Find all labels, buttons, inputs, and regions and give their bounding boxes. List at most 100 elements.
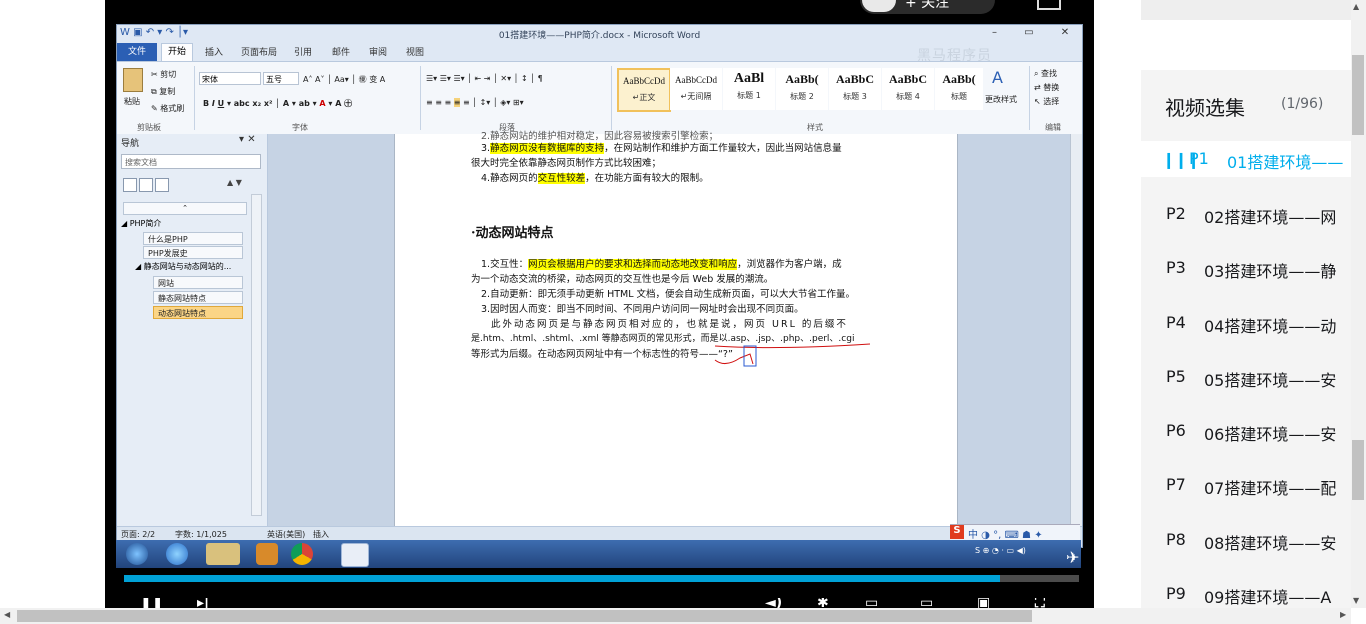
playlist-item[interactable]: P2 02搭建环境——网 [1141,196,1351,232]
chrome-icon [291,543,313,565]
doc-line: 2.自动更新：即无须手动更新 HTML 文档，便会自动生成新页面，可以大大节省工… [481,289,856,300]
scrollbar-thumb[interactable] [1352,55,1364,135]
nav-item-what-is-php: 什么是PHP [143,232,243,245]
paste-button: 粘贴 [124,97,140,106]
style-heading-3: AaBbC 标题 3 [829,68,881,110]
word-taskbar-icon [341,543,369,567]
playlist-item[interactable]: P5 05搭建环境——安 [1141,359,1351,395]
playlist-item[interactable]: P6 06搭建环境——安 [1141,413,1351,449]
follow-button[interactable]: + 关注 [905,0,949,12]
select-button: ↖ 选择 [1034,97,1060,106]
doc-line: 等形式为后缀。在动态网页网址中有一个标志性的符号——“?” [471,349,733,360]
word-window: 01搭建环境——PHP简介.docx - Microsoft Word W ▣ … [116,24,1083,548]
quick-access-icons: W ▣ ↶ ▾ ↷ │▾ [120,27,189,38]
divider [420,66,421,130]
tab-view: 视图 [406,48,425,58]
find-button: ⌕ 查找 [1034,69,1058,78]
danmaku-icon[interactable] [1037,0,1061,10]
ie-icon [166,543,188,565]
word-titlebar: 01搭建环境——PHP简介.docx - Microsoft Word [117,25,1082,43]
word-statusbar: 页面: 2/2 字数: 1/1,025 英语(美国) 插入 [117,526,1082,541]
replace-button: ⇄ 替换 [1034,83,1060,92]
status-language: 英语(美国) [267,530,306,539]
change-styles-button: 更改样式 [985,95,1017,104]
font-grow-icons: A˄ A˅ │ Aa▾ │ ㊝ 变 A [303,75,386,84]
nav-search-input: 搜索文档 [121,154,261,169]
progress-fill [124,575,1000,582]
tab-references: 引用 [294,48,313,58]
change-styles-icon: A [992,68,1003,87]
tab-insert: 插入 [205,48,224,58]
style-title: AaBb(标题 [935,68,983,110]
doc-line: 3.静态网页没有数据库的支持，在网站制作和维护方面工作量较大，因此当网站信息量 [481,143,842,154]
doc-line: 很大时完全依靠静态网页制作方式比较困难； [471,158,662,169]
style-normal: AaBbCcDd ↵正文 [617,68,671,112]
tab-mailings: 邮件 [332,48,351,58]
scroll-up-icon[interactable]: ▲ [1353,2,1359,11]
nav-close-icon: ▾ ✕ [239,134,256,145]
ime-mode-icons: 中 ◑ °, ⌨ ☗ ✦ [968,530,1043,541]
nav-item-website: 网站 [153,276,243,289]
style-heading-1: AaBl 标题 1 [723,68,775,110]
playlist-item[interactable]: P7 07搭建环境——配 [1141,467,1351,503]
explorer-icon [206,543,240,565]
nav-title: 导航 [121,139,140,149]
style-heading-2: AaBb(标题 2 [776,68,828,110]
scrollbar-thumb[interactable] [17,610,1032,622]
divider [611,66,612,130]
scrollbar-thumb[interactable] [1352,440,1364,500]
windows-taskbar [116,540,1081,568]
style-no-spacing: AaBbCcDd ↵无间隔 [670,68,722,110]
divider [1029,66,1030,130]
nav-item-static-features: 静态网站特点 [153,291,243,304]
doc-line: 3.因时因人而变：即当不同时间、不同用户访问同一网址时会出现不同页面。 [481,304,804,315]
doc-line: 4.静态网页的交互性较差，在功能方面有较大的限制。 [481,173,709,184]
style-heading-4: AaBbC 标题 4 [882,68,934,110]
doc-line: 1.交互性：网页会根据用户的要求和选择而动态地改变和响应，浏览器作为客户端，成 [481,259,842,270]
scroll-down-icon[interactable]: ▼ [1353,596,1359,605]
editing-group-label: 编辑 [1045,123,1061,132]
paste-icon [123,68,143,92]
scroll-left-icon[interactable]: ◀ [4,610,10,619]
ime-toolbar: S 中 ◑ °, ⌨ ☗ ✦ [950,524,1080,541]
scroll-right-icon[interactable]: ▶ [1340,610,1346,619]
document-area: 2.静态网站的维护相对稳定，因此容易被搜索引擎检索； 3.静态网页没有数据库的支… [268,131,1082,526]
scissors-icon: ✂ [151,70,161,79]
align-icons: ≡ ≡ ≡ ≡ ≡ │ ↕▾ │ ◈▾ ⊞▾ [426,98,524,107]
replace-icon: ⇄ [1034,83,1044,92]
tab-layout: 页面布局 [241,48,278,58]
pages-view-icon [139,178,153,192]
doc-vertical-scrollbar [1070,134,1082,526]
tab-review: 审阅 [369,48,388,58]
navigation-pane: 导航 ▾ ✕ 搜索文档 ▲ ▼ ⌃ ◢ PHP简介 什么是PHP PHP发展史 … [117,134,268,526]
copy-button: ⧉ 复制 [151,87,176,96]
find-icon: ⌕ [1034,69,1042,78]
font-format-icons: B I U ▾ abc x₂ x² │ A ▾ ab ▾ A ▾ A ㊉ [203,99,353,108]
playlist-count: (1/96) [1281,96,1324,112]
playlist-item[interactable]: P9 09搭建环境——A [1141,576,1351,608]
tab-home: 开始 [161,43,193,61]
cut-button: ✂ 剪切 [151,70,177,79]
nav-up-down-icons: ▲ ▼ [227,178,242,187]
playlist-item[interactable]: P8 08搭建环境——安 [1141,522,1351,558]
doc-line: 此外动态网页是与静态网页相对应的，也就是说，网页 URL 的后缀不 [491,319,848,330]
playlist-item[interactable]: P3 03搭建环境——静 [1141,250,1351,286]
status-mode: 插入 [313,530,329,539]
nav-item-dynamic-features: 动态网站特点 [153,306,243,319]
progress-handle-icon[interactable]: ✈ [1066,548,1082,568]
playlist-item[interactable]: ❙❙❙ P1 01搭建环境—— [1141,141,1351,177]
results-view-icon [155,178,169,192]
list-icons: ☰▾ ☰▾ ☰▾ │ ⇤ ⇥ │ ✕▾ │ ↕ │ ¶ [426,74,543,83]
clipboard-group-label: 剪贴板 [137,123,161,132]
document-page: 2.静态网站的维护相对稳定，因此容易被搜索引擎检索； 3.静态网页没有数据库的支… [394,131,958,526]
format-painter-button: ✎ 格式刷 [151,104,185,113]
media-player-icon [256,543,278,565]
video-player[interactable]: + 关注 01搭建环境——PHP简介.docx - Microsoft Word… [105,0,1094,608]
nav-scrollbar [251,194,262,516]
status-words: 字数: 1/1,025 [175,530,227,539]
doc-line: 为一个动态交流的桥梁，动态网页的交互性也是今后 Web 发展的潮流。 [471,274,774,285]
nav-item-static-dynamic: ◢ 静态网站与动态网站的... [135,262,232,271]
tab-file: 文件 [117,43,157,61]
nav-item-php-intro: ◢ PHP简介 [121,219,162,228]
playlist-item[interactable]: P4 04搭建环境——动 [1141,305,1351,341]
